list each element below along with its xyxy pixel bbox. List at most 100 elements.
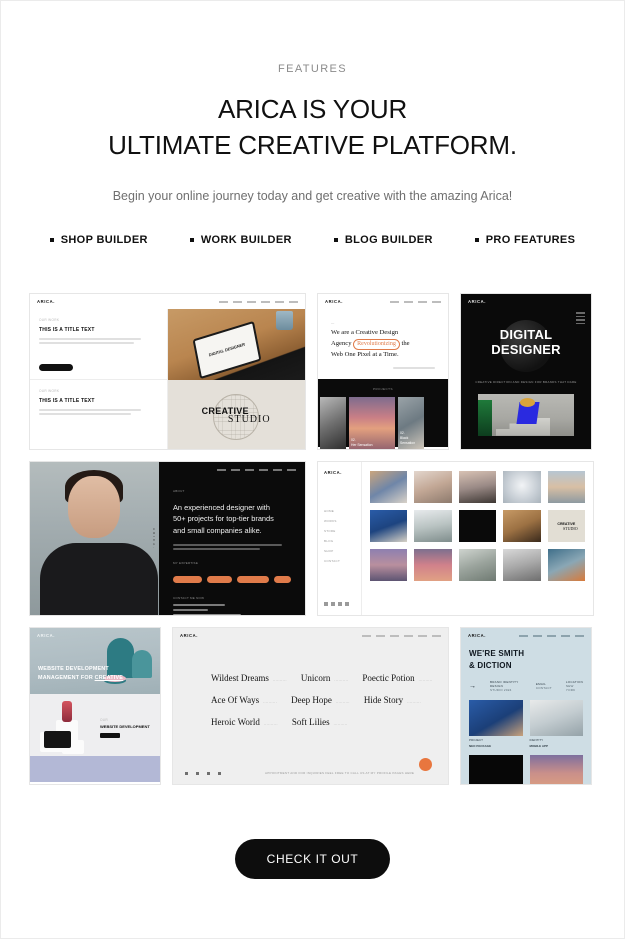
meta-bottom: CONTACT bbox=[535, 686, 552, 691]
expertise-label: MY EXPERTISE bbox=[173, 561, 199, 566]
portfolio-thumb[interactable] bbox=[370, 549, 408, 581]
mini-nav-links bbox=[217, 468, 296, 471]
project-row: Heroic World.......... Soft Lilies......… bbox=[211, 717, 448, 727]
social-icon[interactable] bbox=[185, 771, 188, 775]
project-name[interactable]: Unicorn bbox=[301, 673, 331, 683]
feature-tabs: SHOP BUILDER WORK BUILDER BLOG BUILDER P… bbox=[1, 234, 624, 246]
page-title: ARICA IS YOUR ULTIMATE CREATIVE PLATFORM… bbox=[1, 92, 624, 163]
tab-blog-builder[interactable]: BLOG BUILDER bbox=[333, 234, 433, 246]
cta-button[interactable] bbox=[100, 733, 120, 738]
mini-nav-links bbox=[390, 300, 441, 303]
template-card-portfolio-grid[interactable]: ARICA. HOME WORKS STORE BLOG SHOP CONTAC… bbox=[317, 461, 594, 616]
portfolio-thumb[interactable] bbox=[414, 471, 452, 503]
social-icon[interactable] bbox=[338, 602, 342, 606]
project-name[interactable]: Wildest Dreams bbox=[211, 673, 269, 683]
social-icon[interactable] bbox=[331, 602, 335, 606]
portfolio-thumb-creative-studio[interactable]: CREATIVE STUDIO bbox=[547, 510, 585, 542]
sidebar-item-blog[interactable]: BLOG bbox=[324, 539, 355, 543]
nav-link bbox=[233, 300, 242, 303]
arch-shape-small bbox=[132, 650, 152, 678]
template-card-project-list[interactable]: ARICA. Wildest Dreams.......... Unicorn.… bbox=[172, 627, 449, 785]
portfolio-thumb[interactable] bbox=[547, 549, 585, 581]
portfolio-thumb[interactable] bbox=[503, 471, 541, 503]
portfolio-thumb[interactable] bbox=[458, 471, 497, 503]
social-icon[interactable] bbox=[345, 602, 349, 606]
meta-item: EMAIL CONTACT bbox=[536, 682, 552, 690]
about-paragraph bbox=[159, 544, 305, 551]
sidebar-item-contact[interactable]: CONTACT bbox=[324, 559, 355, 563]
tab-pro-features[interactable]: PRO FEATURES bbox=[474, 234, 576, 246]
tag-pill[interactable] bbox=[207, 576, 232, 584]
dot-leader: .......... bbox=[418, 677, 433, 682]
portfolio-thumb[interactable] bbox=[458, 510, 497, 542]
portfolio-thumb[interactable] bbox=[547, 471, 585, 503]
tag-pill[interactable] bbox=[237, 576, 269, 584]
brand-logo: ARICA. bbox=[37, 633, 56, 638]
project-name[interactable]: Deep Hope bbox=[291, 695, 332, 705]
portfolio-thumb[interactable] bbox=[414, 549, 452, 581]
template-card-smith-diction[interactable]: ARICA. WE'RE SMITH & DICTION → BRAND IDE… bbox=[460, 627, 592, 785]
brand-logo: ARICA. bbox=[468, 299, 487, 304]
project-name[interactable]: Poectic Potion bbox=[362, 673, 414, 683]
sidebar-item-shop[interactable]: SHOP bbox=[324, 549, 355, 553]
project-cell[interactable]: PROJECT NEO PACKAGE bbox=[469, 700, 523, 748]
nav-link bbox=[217, 468, 226, 471]
title-line-1: DIGITAL bbox=[499, 327, 553, 342]
project-row: Wildest Dreams.......... Unicorn........… bbox=[211, 673, 448, 683]
nav-link bbox=[275, 300, 284, 303]
arrow-right-icon[interactable]: → bbox=[469, 683, 476, 690]
mini-navbar: ARICA. bbox=[461, 294, 591, 309]
project-image bbox=[469, 700, 523, 737]
project-name[interactable]: Heroic World bbox=[211, 717, 260, 727]
tab-shop-builder[interactable]: SHOP BUILDER bbox=[49, 234, 148, 246]
heading-part-c: the bbox=[401, 339, 410, 347]
thumb-caption: 02. Her Sensation bbox=[351, 438, 373, 448]
laptop-mockup bbox=[44, 731, 71, 748]
social-icon[interactable] bbox=[196, 771, 199, 775]
project-cell[interactable]: IDENTITY MOBILE APP bbox=[529, 700, 583, 748]
sidebar-item-works[interactable]: WORKS bbox=[324, 519, 355, 523]
orange-circle-button[interactable] bbox=[419, 758, 432, 771]
portfolio-thumb[interactable] bbox=[503, 510, 541, 542]
template-card-portfolio-about[interactable]: ARICA. ABOUT An experienced designer wit… bbox=[29, 461, 306, 616]
project-name[interactable]: Soft Lilies bbox=[292, 717, 330, 727]
check-it-out-button[interactable]: CHECK IT OUT bbox=[234, 839, 391, 879]
portfolio-thumb[interactable] bbox=[370, 471, 408, 503]
tag-pill[interactable] bbox=[274, 576, 291, 584]
project-image bbox=[529, 700, 583, 737]
portfolio-thumb[interactable] bbox=[414, 510, 452, 542]
dot-leader: .......... bbox=[333, 721, 348, 726]
coat-shape bbox=[40, 543, 158, 615]
cta-button[interactable] bbox=[39, 364, 73, 371]
gallery-thumb[interactable] bbox=[320, 397, 346, 449]
brand-logo: ARICA. bbox=[180, 633, 199, 638]
portfolio-thumb[interactable] bbox=[503, 549, 541, 581]
template-card-shop-builder[interactable]: ARICA. OUR WORK THIS IS A TITLE TEXT OUR… bbox=[29, 293, 306, 450]
project-name[interactable]: Ace Of Ways bbox=[211, 695, 259, 705]
social-icon[interactable] bbox=[324, 602, 328, 606]
sidebar-item-home[interactable]: HOME bbox=[324, 509, 355, 513]
project-cell[interactable]: STUDIO DARK LINE STUDY bbox=[469, 755, 523, 784]
project-name[interactable]: Hide Story bbox=[364, 695, 403, 705]
menu-lines-icon[interactable] bbox=[576, 312, 585, 325]
template-card-digital-designer[interactable]: ARICA. DIGITAL DESIGNER CREATIVE DIRECTI… bbox=[460, 293, 592, 450]
sidebar-item-store[interactable]: STORE bbox=[324, 529, 355, 533]
block-eyebrow: OUR WORK bbox=[39, 318, 60, 322]
portfolio-thumb[interactable] bbox=[370, 510, 408, 542]
heading-part-b: Agency bbox=[331, 339, 352, 347]
thumb-caption: 02. Black Sensation bbox=[400, 431, 424, 446]
heading-part-d: Web One Pixel at a Time. bbox=[331, 351, 399, 359]
project-caption: NEO PACKAGE bbox=[469, 744, 492, 749]
template-card-agency[interactable]: ARICA. — We are a Creative Design Agency… bbox=[317, 293, 449, 450]
social-icon[interactable] bbox=[207, 771, 210, 775]
gallery-thumb[interactable]: 02. Black Sensation bbox=[398, 397, 424, 449]
gallery-thumb-featured[interactable]: 02. Her Sensation bbox=[349, 397, 395, 449]
dot-leader: .......... bbox=[263, 699, 278, 704]
tag-pill[interactable] bbox=[173, 576, 202, 584]
nav-link bbox=[418, 300, 427, 303]
template-card-web-dev[interactable]: ARICA. WEBSITE DEVELOPMENT MANAGEMENT FO… bbox=[29, 627, 161, 785]
social-icon[interactable] bbox=[218, 771, 221, 775]
portfolio-thumb[interactable] bbox=[458, 549, 497, 581]
tab-work-builder[interactable]: WORK BUILDER bbox=[189, 234, 292, 246]
project-cell[interactable]: ART SURREAL NATURE bbox=[529, 755, 583, 784]
